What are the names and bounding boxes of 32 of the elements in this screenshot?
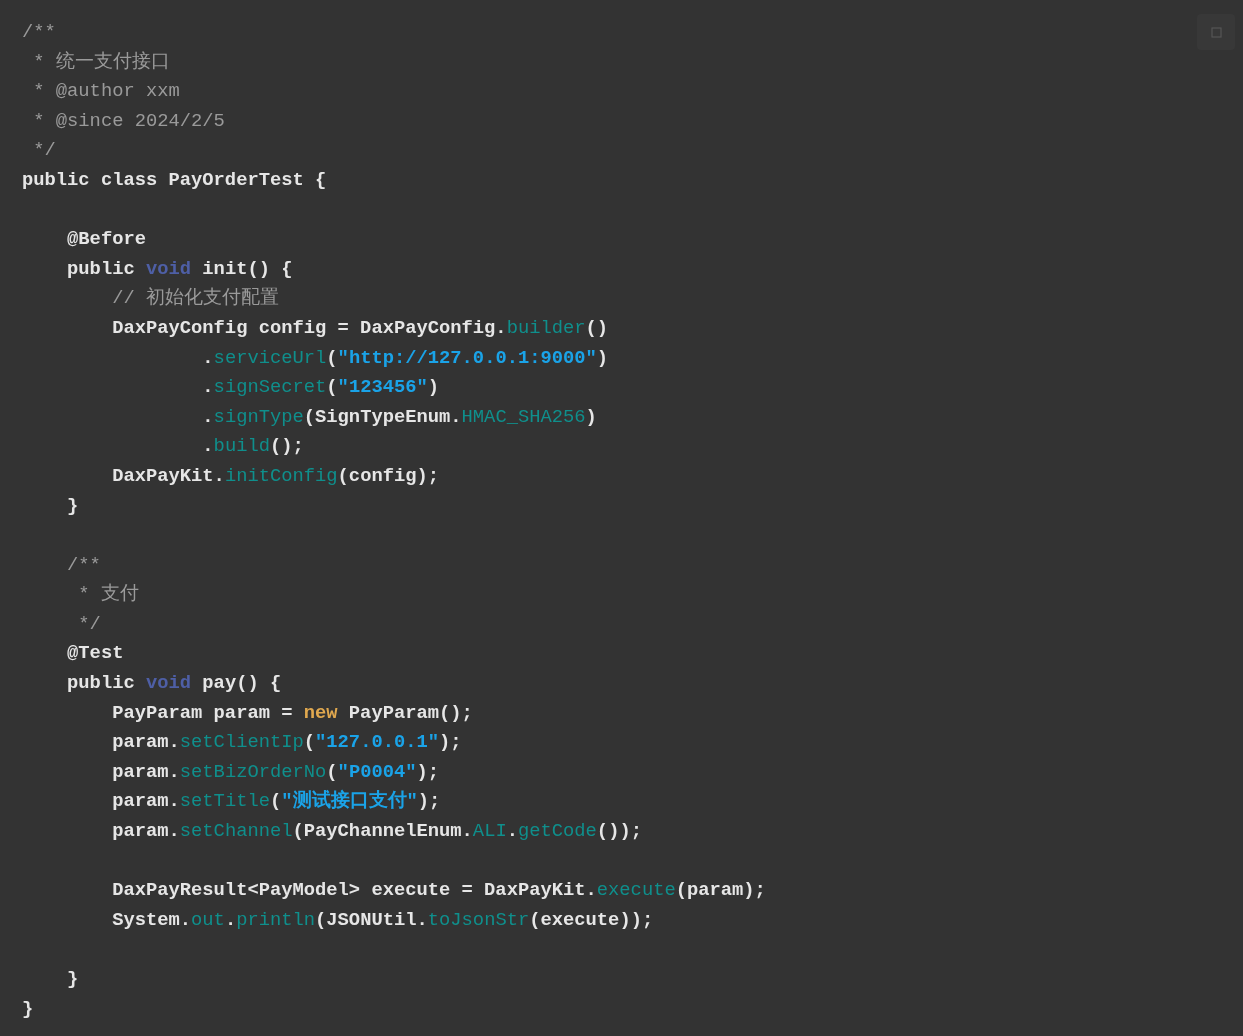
code-comment: */ [77, 612, 101, 635]
code-line: .signSecret("123456") [201, 376, 440, 399]
code-line: } [22, 997, 34, 1020]
code-line: .serviceUrl("http://127.0.0.1:9000") [201, 346, 609, 369]
code-comment: /** [66, 553, 101, 576]
code-line: param.setClientIp("127.0.0.1"); [111, 731, 462, 754]
code-line: param.setTitle("测试接口支付"); [111, 790, 441, 813]
code-comment: */ [32, 139, 56, 162]
code-line: .signType(SignTypeEnum.HMAC_SHA256) [201, 405, 597, 428]
code-line: param.setChannel(PayChannelEnum.ALI.getCode()); [111, 820, 642, 843]
code-comment: * @since 2024/2/5 [32, 109, 225, 132]
code-comment: * 支付 [77, 583, 139, 606]
code-line: @Before [66, 228, 146, 251]
code-line: DaxPayKit.initConfig(config); [111, 464, 440, 487]
code-line: .build(); [201, 435, 304, 458]
code-line: public class PayOrderTest { [22, 168, 327, 191]
code-comment: // 初始化支付配置 [111, 287, 279, 310]
code-line: DaxPayResult<PayModel> execute = DaxPayKit.execute(param); [111, 879, 766, 902]
code-comment: * 统一支付接口 [32, 50, 170, 73]
code-line: } [66, 494, 79, 517]
copy-icon [1209, 25, 1223, 39]
code-line: public void pay() { [66, 672, 282, 695]
code-line: DaxPayConfig config = DaxPayConfig.builder() [111, 316, 609, 339]
copy-button[interactable] [1197, 14, 1235, 50]
code-line: } [66, 968, 79, 990]
code-line: System.out.println(JSONUtil.toJsonStr(execute)); [111, 908, 654, 931]
code-line: @Test [66, 642, 124, 665]
code-line: PayParam param = new PayParam(); [111, 701, 473, 724]
code-comment: * @author xxm [32, 80, 180, 103]
code-line: param.setBizOrderNo("P0004"); [111, 760, 440, 783]
code-comment: /** [22, 21, 56, 43]
code-line: public void init() { [66, 257, 293, 280]
